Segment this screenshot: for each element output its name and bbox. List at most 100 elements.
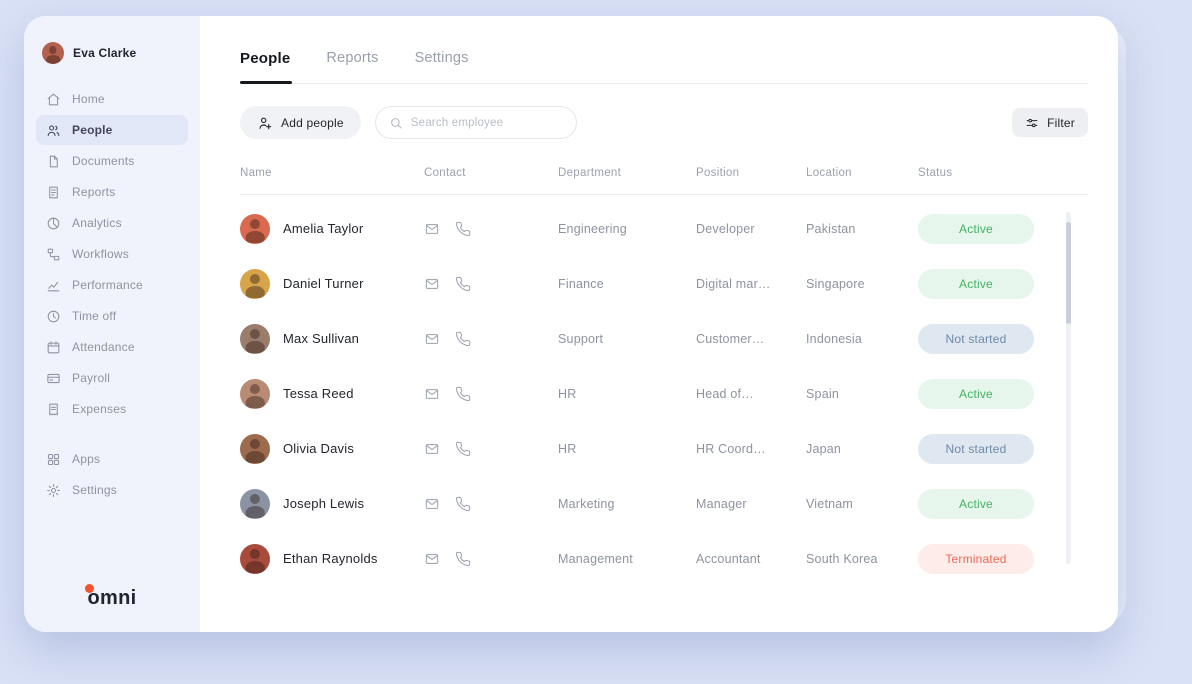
sidebar-item-label: Analytics	[72, 216, 122, 230]
phone-icon[interactable]	[455, 331, 471, 347]
department-cell: Management	[558, 552, 696, 566]
add-people-label: Add people	[281, 116, 344, 130]
sidebar-item[interactable]: People	[36, 115, 188, 145]
user-avatar	[42, 42, 64, 64]
user-profile[interactable]: Eva Clarke	[36, 38, 188, 84]
table-row[interactable]: Amelia Taylor Engineering Developer Paki…	[240, 201, 1088, 256]
scrollbar[interactable]	[1066, 212, 1071, 564]
phone-icon[interactable]	[455, 441, 471, 457]
sidebar-item[interactable]: Documents	[36, 146, 188, 176]
contact-cell	[424, 551, 558, 567]
column-header: Name	[240, 167, 424, 179]
department-cell: Support	[558, 332, 696, 346]
mail-icon[interactable]	[424, 331, 440, 347]
sidebar-nav-secondary: Apps Settings	[36, 444, 188, 505]
phone-icon[interactable]	[455, 276, 471, 292]
main-content: People Reports Settings Add people	[200, 16, 1118, 632]
column-header: Status	[918, 167, 1068, 179]
status-cell: Terminated	[918, 544, 1068, 574]
status-badge: Active	[918, 489, 1034, 519]
status-badge: Not started	[918, 434, 1034, 464]
mail-icon[interactable]	[424, 551, 440, 567]
payroll-icon	[46, 371, 61, 386]
logo-area: omni	[36, 587, 188, 614]
sidebar-item[interactable]: Attendance	[36, 332, 188, 362]
department-cell: Engineering	[558, 222, 696, 236]
employee-name: Tessa Reed	[283, 386, 354, 401]
department-cell: HR	[558, 387, 696, 401]
search-box[interactable]	[375, 106, 577, 139]
name-cell: Ethan Raynolds	[240, 544, 424, 574]
phone-icon[interactable]	[455, 496, 471, 512]
sidebar-item-label: Payroll	[72, 371, 110, 385]
search-input[interactable]	[411, 117, 563, 129]
filter-button[interactable]: Filter	[1012, 108, 1088, 137]
sidebar-item-label: Home	[72, 92, 105, 106]
sidebar-item[interactable]: Performance	[36, 270, 188, 300]
table-row[interactable]: Olivia Davis HR HR Coord… Japan	[240, 421, 1088, 476]
table-row[interactable]: Tessa Reed HR Head of… Spain Act	[240, 366, 1088, 421]
sidebar: Eva Clarke Home People Documents	[24, 16, 200, 632]
sidebar-item[interactable]: Time off	[36, 301, 188, 331]
department-cell: Finance	[558, 277, 696, 291]
tab[interactable]: Reports	[326, 50, 378, 67]
employee-avatar	[240, 379, 270, 409]
sidebar-item-label: Workflows	[72, 247, 129, 261]
sidebar-item-label: Attendance	[72, 340, 135, 354]
sidebar-item-label: Time off	[72, 309, 116, 323]
filter-label: Filter	[1047, 116, 1075, 130]
position-cell: Developer	[696, 222, 806, 236]
name-cell: Amelia Taylor	[240, 214, 424, 244]
omni-logo: omni	[88, 587, 137, 610]
mail-icon[interactable]	[424, 496, 440, 512]
status-cell: Active	[918, 269, 1068, 299]
scrollbar-thumb[interactable]	[1066, 222, 1071, 324]
mail-icon[interactable]	[424, 276, 440, 292]
sidebar-item[interactable]: Expenses	[36, 394, 188, 424]
sidebar-item[interactable]: Payroll	[36, 363, 188, 393]
profile-name: Eva Clarke	[73, 46, 136, 60]
mail-icon[interactable]	[424, 386, 440, 402]
position-cell: Accountant	[696, 552, 806, 566]
sidebar-item[interactable]: Home	[36, 84, 188, 114]
sidebar-item-label: Apps	[72, 452, 100, 466]
expenses-icon	[46, 402, 61, 417]
add-person-icon	[257, 115, 273, 131]
phone-icon[interactable]	[455, 386, 471, 402]
workflows-icon	[46, 247, 61, 262]
phone-icon[interactable]	[455, 551, 471, 567]
status-badge: Active	[918, 379, 1034, 409]
sidebar-item[interactable]: Apps	[36, 444, 188, 474]
filter-icon	[1025, 116, 1039, 130]
employee-name: Amelia Taylor	[283, 221, 363, 236]
tab[interactable]: Settings	[415, 50, 469, 67]
status-cell: Active	[918, 489, 1068, 519]
tab-bar: People Reports Settings	[240, 50, 1088, 84]
status-cell: Active	[918, 379, 1068, 409]
phone-icon[interactable]	[455, 221, 471, 237]
sidebar-item[interactable]: Analytics	[36, 208, 188, 238]
table-row[interactable]: Ethan Raynolds Management Accountant Sou…	[240, 531, 1088, 586]
sidebar-item[interactable]: Workflows	[36, 239, 188, 269]
sidebar-item[interactable]: Reports	[36, 177, 188, 207]
table-row[interactable]: Daniel Turner Finance Digital mar… Singa…	[240, 256, 1088, 311]
name-cell: Olivia Davis	[240, 434, 424, 464]
location-cell: Indonesia	[806, 332, 918, 346]
position-cell: Head of…	[696, 387, 806, 401]
sidebar-item-label: Documents	[72, 154, 135, 168]
sidebar-item[interactable]: Settings	[36, 475, 188, 505]
table-row[interactable]: Max Sullivan Support Customer… Indonesia	[240, 311, 1088, 366]
contact-cell	[424, 221, 558, 237]
mail-icon[interactable]	[424, 221, 440, 237]
employee-name: Olivia Davis	[283, 441, 354, 456]
toolbar: Add people Filter	[240, 106, 1088, 139]
mail-icon[interactable]	[424, 441, 440, 457]
location-cell: Japan	[806, 442, 918, 456]
contact-cell	[424, 386, 558, 402]
apps-icon	[46, 452, 61, 467]
table-row[interactable]: Joseph Lewis Marketing Manager Vietnam	[240, 476, 1088, 531]
add-people-button[interactable]: Add people	[240, 106, 361, 139]
employee-avatar	[240, 269, 270, 299]
column-header: Location	[806, 167, 918, 179]
tab[interactable]: People	[240, 50, 290, 67]
